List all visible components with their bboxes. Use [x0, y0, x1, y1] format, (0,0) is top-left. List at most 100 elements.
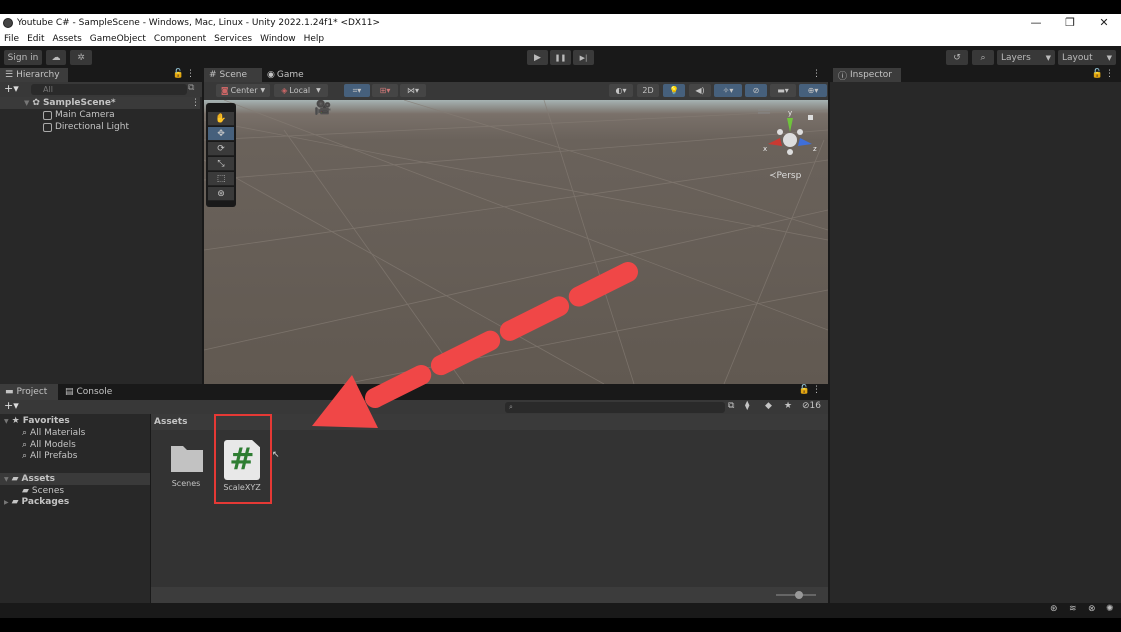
- projection-toggle[interactable]: ≺Persp: [769, 171, 801, 181]
- cache-server-icon[interactable]: ≋: [1069, 604, 1077, 614]
- play-button[interactable]: ▶: [527, 50, 548, 65]
- menu-component[interactable]: Component: [154, 34, 206, 44]
- collab-button[interactable]: ✲: [70, 50, 92, 65]
- speaker-icon: ◀): [695, 86, 705, 95]
- search-by-type-icon[interactable]: ⧉: [728, 401, 734, 411]
- local-icon: ◈: [281, 86, 288, 95]
- more-icon[interactable]: ⋮: [1105, 69, 1114, 79]
- rect-tool-button[interactable]: ⬚: [208, 172, 234, 186]
- hidden-packages-toggle[interactable]: ⊘16: [802, 401, 821, 411]
- tag-icon[interactable]: ◆: [765, 401, 772, 411]
- menu-window[interactable]: Window: [260, 34, 296, 44]
- hierarchy-search-input[interactable]: All: [31, 84, 187, 95]
- console-icon: ▤: [65, 387, 74, 397]
- search-icon: ⌕: [509, 403, 513, 411]
- search-button[interactable]: ⌕: [972, 50, 994, 65]
- asset-item-scenes[interactable]: Scenes: [163, 442, 209, 498]
- hand-tool-button[interactable]: ✋: [208, 112, 234, 126]
- lock-icon[interactable]: 🔓: [799, 385, 810, 395]
- gameobject-icon: [43, 122, 52, 132]
- project-tree: ▼ ★ Favorites ⌕ All Materials ⌕ All Models ⌕…: [0, 414, 150, 603]
- hierarchy-item-main-camera[interactable]: Main Camera: [43, 109, 115, 121]
- lock-icon[interactable]: 🔓: [1092, 69, 1103, 79]
- hidden-objects-toggle[interactable]: ⊘: [745, 84, 767, 97]
- hand-icon: ✋: [215, 113, 227, 124]
- menu-help[interactable]: Help: [304, 34, 325, 44]
- scene-more-icon[interactable]: ⋮: [191, 98, 200, 108]
- expand-icon: ▼: [24, 99, 30, 107]
- effects-dropdown[interactable]: ✧▾: [714, 84, 742, 97]
- pivot-center-dropdown[interactable]: ◙ Center ▼: [216, 84, 270, 97]
- layout-dropdown[interactable]: Layout ▼: [1058, 50, 1116, 65]
- unity-logo-icon: [3, 18, 13, 28]
- increment-snap-button[interactable]: ⋈▾: [400, 84, 426, 97]
- close-button[interactable]: ✕: [1087, 14, 1121, 32]
- draw-mode-dropdown[interactable]: ◐▾: [609, 84, 633, 97]
- tab-game[interactable]: ◉ Game: [262, 68, 312, 82]
- scale-tool-button[interactable]: ⤡: [208, 157, 234, 171]
- tree-assets[interactable]: ▼ ▰ Assets: [4, 474, 55, 484]
- menu-gameobject[interactable]: GameObject: [90, 34, 146, 44]
- slider-thumb[interactable]: [795, 591, 803, 599]
- more-icon[interactable]: ⋮: [186, 69, 195, 79]
- gizmo-y-axis: [787, 118, 793, 132]
- project-panel: ▬ Project ▤ Console 🔓 ⋮ +▾ ⌕ ⧉ ⧫ ◆ ★ ⊘16 ▼…: [0, 384, 828, 603]
- auto-generate-lighting-icon[interactable]: ⊗: [1088, 604, 1096, 614]
- move-tool-button[interactable]: ✥: [208, 127, 234, 141]
- tree-scenes[interactable]: ▰ Scenes: [22, 486, 64, 496]
- maximize-button[interactable]: ❐: [1053, 14, 1087, 32]
- rotate-tool-button[interactable]: ⟳: [208, 142, 234, 156]
- sign-in-button[interactable]: Sign in: [4, 50, 42, 65]
- layers-dropdown[interactable]: Layers ▼: [997, 50, 1055, 65]
- tab-scene[interactable]: # Scene: [204, 68, 262, 82]
- scale-icon: ⤡: [217, 158, 225, 169]
- grid-snapping-button[interactable]: ⌗▾: [344, 84, 370, 97]
- pivot-local-dropdown[interactable]: ◈ Local ▼: [274, 84, 328, 97]
- debug-off-icon[interactable]: ⊛: [1050, 604, 1058, 614]
- folder-open-icon: ▰: [11, 474, 19, 484]
- step-button[interactable]: ▶|: [573, 50, 594, 65]
- gizmo-y-label: y: [788, 109, 792, 117]
- tree-all-models[interactable]: ⌕ All Models: [22, 440, 76, 450]
- tab-console[interactable]: ▤ Console: [60, 384, 120, 400]
- tab-hierarchy[interactable]: ☰ Hierarchy: [0, 68, 68, 82]
- search-by-label-icon[interactable]: ⧫: [745, 401, 749, 411]
- project-search-input[interactable]: ⌕: [505, 402, 725, 413]
- grid-visibility-button[interactable]: ⊞▾: [372, 84, 398, 97]
- minimize-button[interactable]: —: [1019, 14, 1053, 32]
- menu-edit[interactable]: Edit: [27, 34, 44, 44]
- tab-project[interactable]: ▬ Project: [0, 384, 58, 400]
- tree-packages[interactable]: ▶ ▰ Packages: [4, 497, 69, 507]
- more-icon[interactable]: ⋮: [812, 385, 821, 395]
- tree-all-prefabs[interactable]: ⌕ All Prefabs: [22, 451, 77, 461]
- cloud-button[interactable]: ☁: [46, 50, 66, 65]
- transform-tool-button[interactable]: ⊛: [208, 187, 234, 201]
- camera-dropdown[interactable]: ▬▾: [770, 84, 796, 97]
- favorite-star-icon[interactable]: ★: [784, 401, 792, 411]
- menu-file[interactable]: File: [4, 34, 19, 44]
- gizmos-dropdown[interactable]: ⊕▾: [799, 84, 827, 97]
- camera-gizmo-icon[interactable]: 🎥: [314, 100, 331, 116]
- menu-services[interactable]: Services: [214, 34, 252, 44]
- lighting-toggle-button[interactable]: 💡: [663, 84, 685, 97]
- scene-root[interactable]: ▼ ✿ SampleScene*: [24, 97, 116, 109]
- tree-all-materials[interactable]: ⌕ All Materials: [22, 428, 85, 438]
- add-button[interactable]: +▾: [4, 82, 19, 95]
- progress-spinner-icon: ✺: [1106, 604, 1114, 614]
- gizmo-z-label: z: [813, 145, 817, 153]
- tree-favorites[interactable]: ▼ ★ Favorites: [4, 416, 70, 426]
- add-button[interactable]: +▾: [4, 399, 19, 412]
- audio-toggle-button[interactable]: ◀): [689, 84, 711, 97]
- asset-item-scalexyz[interactable]: # ScaleXYZ: [219, 440, 265, 496]
- menu-assets[interactable]: Assets: [53, 34, 82, 44]
- history-button[interactable]: ↺: [946, 50, 968, 65]
- lock-icon[interactable]: 🔓: [173, 69, 184, 79]
- scene-viewport[interactable]: 🎥 ✋ ✥ ⟳ ⤡ ⬚ ⊛ y x z ≺Persp: [204, 100, 828, 384]
- scene-grid: [204, 100, 828, 384]
- tab-inspector[interactable]: ⓘ Inspector: [833, 68, 901, 82]
- more-icon[interactable]: ⋮: [812, 69, 821, 79]
- 2d-toggle-button[interactable]: 2D: [637, 84, 659, 97]
- pause-button[interactable]: ❚❚: [550, 50, 571, 65]
- search-options-icon[interactable]: ⧉: [188, 83, 194, 93]
- hierarchy-item-directional-light[interactable]: Directional Light: [43, 121, 129, 133]
